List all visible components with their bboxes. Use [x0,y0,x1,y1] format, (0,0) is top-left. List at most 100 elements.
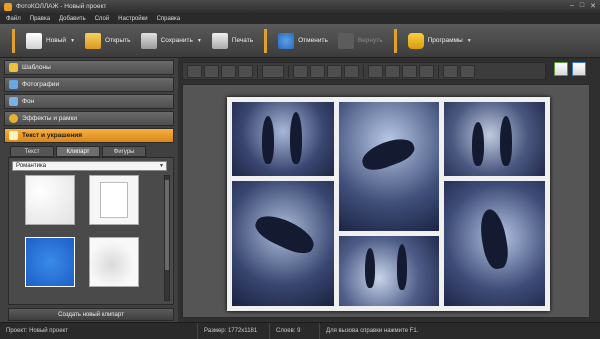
copy-icon[interactable] [402,64,417,78]
toolbar-accent-divider [264,28,268,53]
flip-vertical-icon[interactable] [344,64,359,78]
settings-gear-icon[interactable] [443,64,458,78]
chevron-down-icon: ▼ [159,163,164,169]
properties-icon[interactable] [460,64,475,78]
folder-icon [85,32,102,49]
status-help: Для вызова справки нажмите F1. [326,328,419,334]
text-icon [9,131,18,140]
collage-photo[interactable] [232,181,334,306]
tab-shapes[interactable]: Фигуры [102,146,146,157]
section-label: Фотографии [22,81,60,88]
save-icon [140,32,157,49]
clipart-thumbnail[interactable] [25,237,75,287]
toolbar-divider [363,64,364,78]
menu-settings[interactable]: Настройки [118,16,147,22]
flip-horizontal-icon[interactable] [327,64,342,78]
section-text-decor[interactable]: Текст и украшения [4,128,174,143]
chevron-down-icon[interactable]: ▼ [70,38,75,44]
open-button[interactable]: Открыть [80,29,136,53]
programs-button-label: Программы [427,37,463,44]
dancer-silhouette [251,209,319,259]
section-label: Текст и украшения [22,132,83,139]
page-settings-icon[interactable] [572,62,586,76]
rotate-right-icon[interactable] [310,64,325,78]
align-icon[interactable] [262,64,284,78]
clipart-thumbnail[interactable] [25,175,75,225]
window-controls: – □ ✕ [570,2,596,10]
collage-photo[interactable] [339,102,439,231]
collage-photo[interactable] [444,181,545,306]
maximize-button[interactable]: □ [580,2,584,10]
section-effects[interactable]: Эффекты и рамки [4,111,174,126]
toolbar-accent-divider [12,28,15,53]
tab-clipart[interactable]: Клипарт [56,146,100,157]
menu-file[interactable]: Файл [6,16,21,22]
template-icon [9,63,18,72]
undo-button-label: Отменить [298,37,328,44]
close-button[interactable]: ✕ [590,2,596,10]
create-clipart-button[interactable]: Создать новый клипарт [8,308,174,321]
collage-photo[interactable] [444,102,545,176]
redo-button-label: Вернуть [357,37,383,44]
section-label: Эффекты и рамки [22,115,77,122]
bring-forward-icon[interactable] [204,64,219,78]
workspace [178,58,600,322]
print-button[interactable]: Печать [207,29,258,53]
save-button[interactable]: Сохранить ▼ [136,29,207,53]
toolbar-accent-divider [393,28,397,53]
collage-page[interactable] [227,97,550,311]
menu-layer[interactable]: Слой [95,16,110,22]
main-toolbar: Новый ▼ Открыть Сохранить ▼ Печать Отмен… [0,24,600,58]
toolbar-divider [288,64,289,78]
left-panel: Шаблоны Фотографии Фон Эффекты и рамки Т… [0,58,178,322]
add-page-icon[interactable] [554,62,568,76]
new-button-label: Новый [46,37,67,44]
dancer-silhouette [476,207,512,271]
collage-photo[interactable] [232,102,334,176]
programs-button[interactable]: Программы ▼ [403,29,477,53]
programs-icon [407,32,424,49]
window-title: ФотоКОЛЛАЖ - Новый проект [16,3,107,10]
status-project: Проект: Новый проект [0,322,198,339]
section-background[interactable]: Фон [4,94,174,109]
collage-photo[interactable] [339,236,439,306]
open-button-label: Открыть [105,37,131,44]
scrollbar-thumb[interactable] [165,180,169,270]
send-backward-icon[interactable] [221,64,236,78]
send-back-icon[interactable] [238,64,253,78]
clipart-thumbnail[interactable] [89,237,139,287]
dancer-silhouette [358,133,418,175]
menu-help[interactable]: Справка [157,16,181,22]
bring-front-icon[interactable] [187,64,202,78]
title-bar: ФотоКОЛЛАЖ - Новый проект – □ ✕ [0,0,600,13]
menu-edit[interactable]: Правка [30,16,50,22]
app-logo-icon [4,2,12,11]
section-label: Шаблоны [22,64,51,71]
toolbar-divider [438,64,439,78]
chevron-down-icon[interactable]: ▼ [467,38,472,44]
new-button[interactable]: Новый ▼ [21,29,80,53]
new-document-icon [26,32,42,49]
subtabs: Текст Клипарт Фигуры [10,146,174,157]
canvas-area[interactable] [182,84,590,318]
redo-button[interactable]: Вернуть [333,29,388,53]
background-icon [9,97,18,106]
minimize-button[interactable]: – [570,2,574,10]
delete-icon[interactable] [368,64,383,78]
paste-icon[interactable] [419,64,434,78]
rotate-left-icon[interactable] [293,64,308,78]
section-photos[interactable]: Фотографии [4,77,174,92]
status-layers: Слоев: 9 [270,322,320,339]
category-select[interactable]: Романтика ▼ [12,161,167,171]
chevron-down-icon[interactable]: ▼ [197,38,202,44]
tab-text[interactable]: Текст [10,146,54,157]
toolbar-divider [257,64,258,78]
undo-button[interactable]: Отменить [273,29,333,53]
crop-icon[interactable] [385,64,400,78]
dancer-silhouette [262,116,274,164]
gallery-scrollbar[interactable] [164,175,170,301]
status-bar: Проект: Новый проект Размер: 1772x1181 С… [0,322,600,339]
section-templates[interactable]: Шаблоны [4,60,174,75]
menu-add[interactable]: Добавить [59,16,86,22]
clipart-thumbnail[interactable] [89,175,139,225]
